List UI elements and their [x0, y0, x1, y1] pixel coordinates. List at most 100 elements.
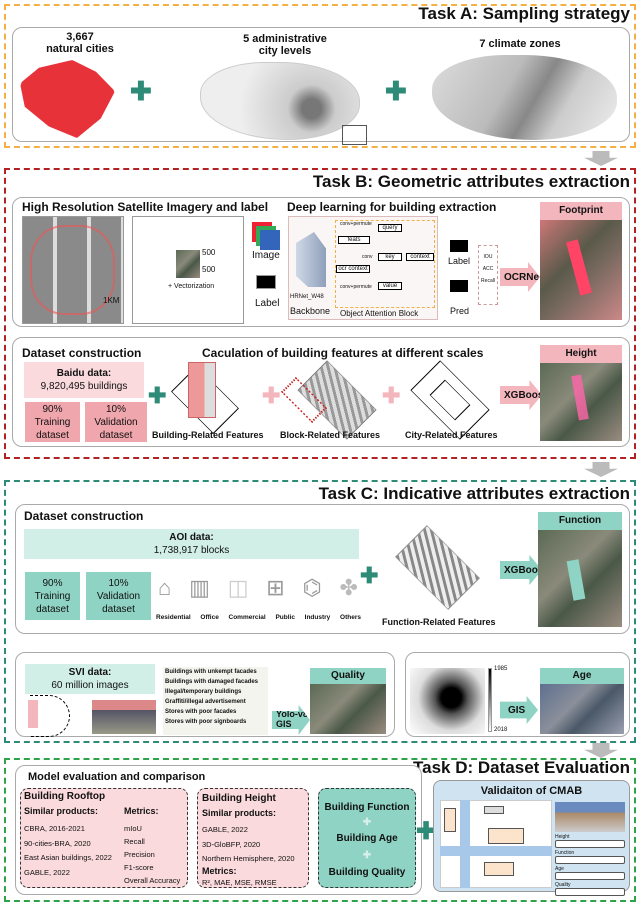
metrics-box: IOU ACC Recall	[478, 245, 498, 305]
category-label: Residential	[156, 614, 191, 621]
issues-list: Buildings with unkempt facades Buildings…	[163, 667, 268, 735]
plus-icon: ✚	[262, 383, 281, 408]
attr-quality: Building Quality	[328, 867, 406, 878]
metric: F1-score	[124, 863, 154, 872]
block-features-label: Block-Related Features	[280, 430, 381, 440]
svi-count: 60 million images	[51, 680, 129, 691]
context-node: context	[406, 253, 434, 261]
metric: Recall	[124, 837, 145, 846]
plus-icon: ✚	[362, 817, 372, 828]
validation-form: Height Function Age Quality	[555, 834, 625, 896]
function-field[interactable]	[555, 856, 625, 864]
shopping-bag-icon: ◫	[227, 575, 249, 600]
image-label: Image	[252, 250, 280, 261]
value-node: value	[378, 282, 402, 290]
model-eval-title: Model evaluation and comparison	[28, 771, 206, 783]
category-label: Industry	[304, 614, 331, 621]
product: GABLE, 2022	[24, 867, 70, 877]
height-products: GABLE, 2022 3D-GloBFP, 2020 Northern Hemis…	[202, 823, 295, 867]
product: CBRA, 2016-2021	[24, 824, 85, 833]
label-swatch	[256, 275, 276, 289]
category-label: Commercial	[228, 614, 266, 621]
conv-permute-label: conv+permute	[340, 284, 372, 290]
conv-label: conv	[362, 254, 373, 260]
imagery-title: High Resolution Satellite Imagery and la…	[22, 200, 269, 214]
feats-node: feats	[338, 236, 370, 244]
baidu-count: 9,820,495 buildings	[40, 381, 128, 392]
plus-icon: ✚	[148, 383, 167, 408]
validation-box: 10% Validation dataset	[85, 402, 147, 442]
ocr-context-node: ocr context	[336, 265, 370, 273]
baidu-title: Baidu data:	[56, 368, 112, 379]
training-box: 90% Training dataset	[25, 572, 80, 620]
svi-data-box: SVI data: 60 million images	[25, 664, 155, 694]
height-field[interactable]	[555, 840, 625, 848]
building-block	[444, 808, 456, 832]
conv-permute-label: conv+permute	[340, 221, 372, 227]
oab-box	[335, 220, 435, 308]
age-header: Age	[540, 668, 624, 684]
category-label: Public	[275, 614, 295, 621]
product: Northern Hemisphere, 2020	[202, 854, 295, 863]
height-similar: Similar products:	[202, 808, 277, 818]
year-end: 2018	[494, 727, 508, 733]
down-arrow	[584, 151, 618, 166]
plus-icon: ✚	[130, 76, 152, 106]
pred-label-text: Label	[448, 256, 471, 266]
issue-item: Buildings with unkempt facades	[165, 669, 257, 675]
tile-sample	[176, 250, 200, 278]
plus-icon: ✚	[360, 563, 379, 588]
hospital-icon: ⊞	[266, 575, 285, 600]
building-block	[484, 862, 514, 876]
metric: Precision	[124, 850, 155, 859]
task-c-title: Task C: Indicative attributes extraction	[318, 484, 630, 503]
quality-field[interactable]	[555, 888, 625, 896]
validation-title: Validaiton of CMAB	[480, 785, 583, 797]
issue-item: Illegal/temporary buildings	[165, 689, 242, 695]
calc-title: Caculation of building features at diffe…	[202, 346, 484, 360]
svi-title: SVI data:	[68, 667, 112, 678]
issue-item: Buildings with damaged facades	[165, 679, 259, 685]
building-block	[484, 806, 504, 814]
dataset-title: Dataset construction	[24, 509, 144, 523]
issue-item: Graffiti/illegal advertisement	[165, 699, 246, 705]
street-view-photo	[555, 802, 625, 832]
quality-image	[310, 684, 386, 734]
task-a-title: Task A: Sampling strategy	[418, 4, 630, 23]
key-node: key	[378, 253, 402, 261]
office-icon: ▥	[189, 575, 210, 600]
metric: mIoU	[124, 824, 142, 833]
plus-icon: ✚	[382, 383, 401, 408]
baidu-data-box: Baidu data: 9,820,495 buildings	[24, 362, 144, 398]
age-image	[540, 684, 624, 734]
rooftop-metrics-title: Metrics:	[124, 806, 159, 816]
rooftop-similar: Similar products:	[24, 806, 99, 816]
dataset-title: Dataset construction	[22, 346, 142, 360]
issue-item: Stores with poor signboards	[165, 719, 247, 725]
category-icons: ⌂ ▥ ◫ ⊞ ⌬ ✤	[158, 575, 358, 601]
size-label: 500	[202, 248, 216, 257]
metric: ACC	[482, 266, 494, 272]
climate-zones-label: 7 climate zones	[479, 38, 561, 50]
building-block	[488, 828, 524, 844]
street-photo	[92, 700, 156, 734]
pred-text: Pred	[450, 306, 470, 316]
product: 3D-GloBFP, 2020	[202, 839, 261, 849]
rooftop-metrics: mIoU Recall Precision F1-score Overall Accur…	[124, 822, 180, 887]
metric: Recall	[481, 278, 495, 284]
age-field[interactable]	[555, 872, 625, 880]
rooftop-products: CBRA, 2016-2021 90-cities-BRA, 2020 East A…	[24, 822, 112, 880]
task-d-title: Task D: Dataset Evaluation	[413, 758, 630, 777]
footprint-header: Footprint	[540, 202, 622, 220]
query-node: query	[378, 224, 402, 232]
oab-label: Object Attention Block	[340, 309, 419, 318]
image-stack-icon	[260, 230, 280, 250]
road-vertical	[460, 800, 470, 888]
building-icon	[188, 362, 216, 418]
deep-learning-title: Deep learning for building extraction	[287, 200, 497, 214]
clover-icon: ✤	[339, 575, 358, 600]
quality-header: Quality	[310, 668, 386, 684]
city-levels-label: 5 administrative city levels	[243, 33, 327, 57]
product: East Asian buildings, 2022	[24, 853, 112, 862]
km-label: 1KM	[103, 296, 120, 305]
